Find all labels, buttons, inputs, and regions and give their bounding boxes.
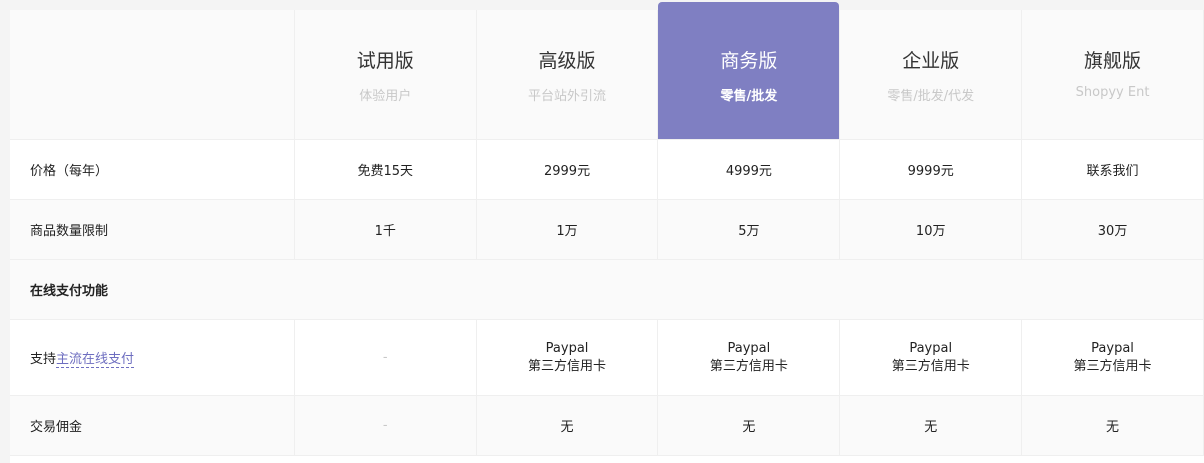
- cell-value: 30万: [1021, 199, 1204, 260]
- plan-subtitle: 平台站外引流: [528, 89, 607, 104]
- payment-info-link[interactable]: 主流在线支付: [56, 352, 135, 368]
- cell-line: Paypal: [727, 340, 771, 356]
- cell-value: 无: [839, 395, 1023, 456]
- row-label: 支持主流在线支付: [10, 319, 295, 396]
- plan-trial-header[interactable]: 试用版 体验用户: [293, 10, 477, 140]
- plan-subtitle: 零售/批发: [720, 89, 778, 104]
- cell-value: 9999元: [839, 139, 1023, 200]
- cell-line: 第三方信用卡: [709, 358, 788, 374]
- plan-subtitle: 体验用户: [359, 89, 412, 104]
- plan-business-header[interactable]: 商务版 零售/批发: [658, 2, 840, 140]
- plan-subtitle: Shopyy Ent: [1075, 85, 1150, 100]
- plan-advanced-header[interactable]: 高级版 平台站外引流: [475, 10, 659, 140]
- cell-value: 2999元: [475, 139, 659, 200]
- plan-name: 高级版: [538, 50, 596, 72]
- cell-value: 1千: [293, 199, 477, 260]
- cell-value: Paypal 第三方信用卡: [657, 319, 841, 396]
- pricing-comparison-table: 试用版 体验用户 高级版 平台站外引流 商务版 零售/批发 企业版 零售/批发/…: [10, 2, 1204, 463]
- cell-line: Paypal: [545, 340, 589, 356]
- cell-value: 4999元: [657, 139, 841, 200]
- cell-value: 无: [657, 395, 841, 456]
- plan-enterprise-header[interactable]: 企业版 零售/批发/代发: [839, 10, 1023, 140]
- cell-value: 无: [1021, 395, 1204, 456]
- cell-value: Paypal 第三方信用卡: [475, 319, 659, 396]
- empty-dash: -: [382, 418, 388, 433]
- plan-name: 试用版: [356, 50, 414, 72]
- table-row-products: 商品数量限制 1千 1万 5万 10万 30万: [10, 199, 1204, 260]
- cell-line: Paypal: [1091, 340, 1134, 356]
- cell-value: Paypal 第三方信用卡: [1021, 319, 1204, 396]
- cell-value: -: [293, 319, 477, 396]
- row-label: 商品数量限制: [10, 199, 295, 260]
- empty-dash: -: [382, 350, 388, 365]
- plan-name: 商务版: [720, 50, 778, 72]
- row-label-prefix: 支持: [30, 352, 57, 367]
- plan-header-row: 试用版 体验用户 高级版 平台站外引流 商务版 零售/批发 企业版 零售/批发/…: [10, 2, 1204, 140]
- cell-line: Paypal: [909, 340, 953, 356]
- plan-subtitle: 零售/批发/代发: [887, 89, 975, 104]
- cell-value: Paypal 第三方信用卡: [839, 319, 1023, 396]
- cell-line: 第三方信用卡: [1073, 358, 1152, 374]
- cell-value: 5万: [657, 199, 841, 260]
- cell-value: 联系我们: [1021, 139, 1204, 200]
- table-section-payment: 在线支付功能: [10, 259, 1204, 320]
- cell-value: -: [293, 395, 477, 456]
- plan-flagship-header[interactable]: 旗舰版 Shopyy Ent: [1021, 10, 1204, 140]
- plan-name: 旗舰版: [1084, 50, 1142, 72]
- plan-name: 企业版: [902, 50, 960, 72]
- section-heading: 在线支付功能: [10, 259, 1204, 320]
- featured-plan-highlight: 商务版 零售/批发: [658, 2, 840, 139]
- header-empty-cell: [10, 10, 295, 140]
- table-row-payment: 支持主流在线支付 - Paypal 第三方信用卡 Paypal 第三方信用卡 P…: [10, 319, 1204, 396]
- cell-line: 第三方信用卡: [891, 358, 970, 374]
- table-row-price: 价格（每年） 免费15天 2999元 4999元 9999元 联系我们: [10, 139, 1204, 200]
- cell-value: 10万: [839, 199, 1023, 260]
- row-label: 价格（每年）: [10, 139, 295, 200]
- row-label: 交易佣金: [10, 395, 295, 456]
- table-row-commission: 交易佣金 - 无 无 无 无: [10, 395, 1204, 456]
- cell-value: 无: [475, 395, 659, 456]
- cell-line: 第三方信用卡: [528, 358, 607, 374]
- cell-value: 免费15天: [293, 139, 477, 200]
- cell-value: 1万: [475, 199, 659, 260]
